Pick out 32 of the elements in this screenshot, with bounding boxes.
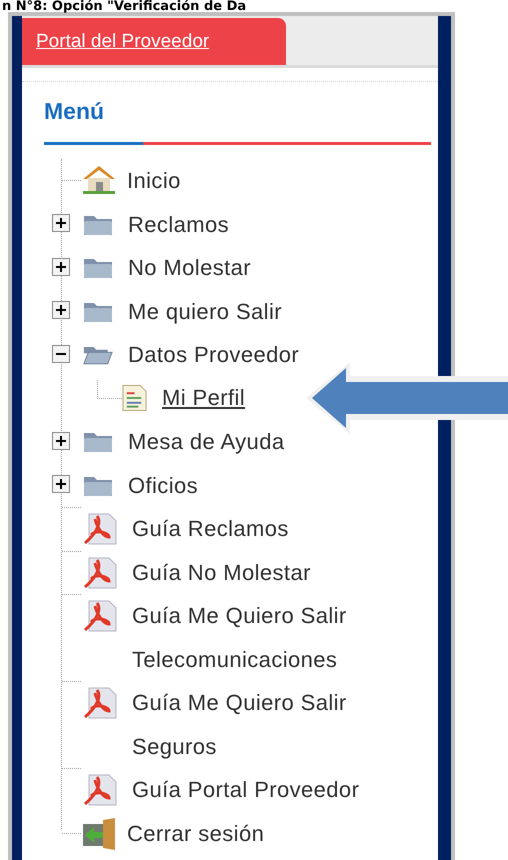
folder-icon [83,430,113,454]
tree-link[interactable]: Mi Perfil [162,385,246,412]
menu-heading: Menú [44,97,106,125]
tree-item[interactable]: Guía Portal Proveedor [132,768,360,812]
house-icon [81,164,117,194]
expand-toggle[interactable] [52,214,72,234]
portal-tab[interactable]: Portal del Proveedor [22,18,286,65]
pdf-icon [81,600,117,632]
expand-toggle[interactable] [52,301,72,322]
exit-door-icon [81,818,117,850]
tree-item[interactable]: Oficios [128,464,198,507]
tree-item[interactable]: Datos Proveedor [128,333,300,376]
tree-item[interactable]: Guía Me Quiero Salir Telecomunicaciones [132,594,394,681]
tree-item[interactable]: Guía Me Quiero Salir Seguros [132,681,394,768]
pdf-icon [81,513,117,545]
folder-icon [83,256,113,280]
expand-toggle[interactable] [52,432,72,452]
tree-item[interactable]: No Molestar [128,246,251,290]
tree-item[interactable]: Reclamos [128,202,230,246]
pdf-icon [81,556,117,588]
collapse-toggle[interactable] [52,344,72,365]
tree-item[interactable]: Inicio [127,159,181,202]
document-icon [122,384,147,412]
tree-item[interactable]: Me quiero Salir [128,290,282,333]
pdf-icon [81,687,117,719]
pdf-icon [81,774,117,806]
tree-item[interactable]: Guía No Molestar [132,550,311,594]
expand-toggle[interactable] [52,258,72,278]
tree-item[interactable]: Guía Reclamos [132,507,289,550]
tree-item[interactable]: Mesa de Ayuda [128,420,284,464]
expand-toggle[interactable] [52,475,72,496]
tree-item[interactable]: Cerrar sesión [127,812,264,855]
